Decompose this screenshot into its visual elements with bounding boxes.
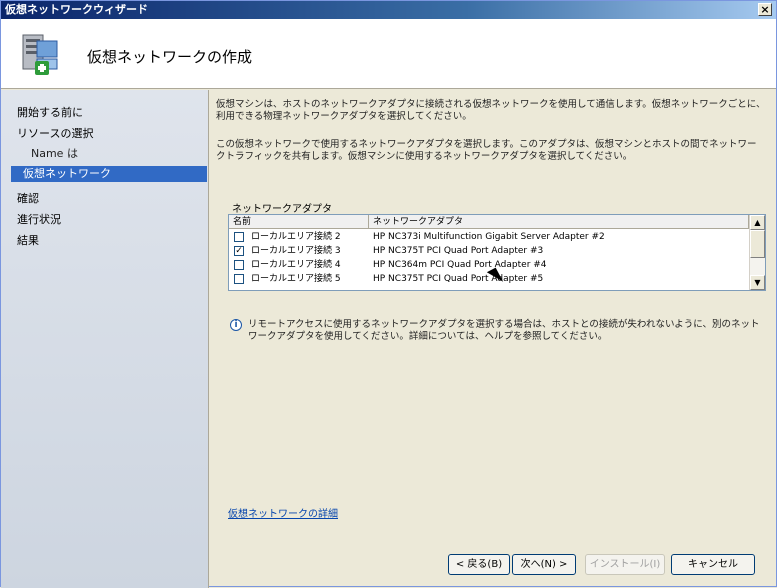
back-button[interactable]: < 戻る(B): [448, 554, 510, 575]
adapter-group: ネットワークアダプタ 名前 ネットワークアダプタ ローカルエリア接続 2 HP …: [228, 200, 766, 312]
step-name[interactable]: Name は: [31, 145, 78, 161]
step-before-you-begin[interactable]: 開始する前に: [17, 104, 83, 120]
network-wizard-icon: [22, 34, 58, 75]
step-confirm[interactable]: 確認: [17, 190, 39, 206]
step-virtual-network[interactable]: 仮想ネットワーク: [11, 166, 207, 182]
list-scrollbar[interactable]: ▲ ▼: [749, 215, 765, 290]
install-button[interactable]: インストール(I): [585, 554, 665, 575]
scroll-thumb[interactable]: [750, 230, 765, 258]
adapter-name: HP NC375T PCI Quad Port Adapter #5: [373, 274, 544, 284]
adapter-group-label: ネットワークアダプタ: [232, 204, 332, 215]
step-select-resource[interactable]: リソースの選択: [17, 125, 93, 141]
step-progress[interactable]: 進行状況: [17, 211, 61, 227]
list-item[interactable]: ✓ ローカルエリア接続 3 HP NC375T PCI Quad Port Ad…: [229, 244, 749, 258]
next-button[interactable]: 次へ(N) >: [512, 554, 576, 575]
adapter-name: HP NC364m PCI Quad Port Adapter #4: [373, 260, 547, 270]
wizard-steps-sidebar: 開始する前に リソースの選択 Name は 仮想ネットワーク 確認 進行状況 結…: [1, 90, 209, 588]
adapter-name: HP NC373i Multifunction Gigabit Server A…: [373, 232, 605, 242]
adapter-name: HP NC375T PCI Quad Port Adapter #3: [373, 246, 544, 256]
adapter-checkbox[interactable]: [234, 260, 244, 270]
step-result[interactable]: 結果: [17, 232, 39, 248]
virtual-network-details-link[interactable]: 仮想ネットワークの詳細: [228, 505, 338, 520]
connection-name: ローカルエリア接続 5: [251, 274, 341, 284]
wizard-window: 仮想ネットワークウィザード × 仮想ネットワークの作成 開始する前に リソースの…: [0, 0, 777, 588]
close-icon[interactable]: ×: [758, 3, 772, 16]
adapter-checkbox[interactable]: ✓: [234, 246, 244, 256]
connection-name: ローカルエリア接続 3: [251, 246, 341, 256]
title-bar: 仮想ネットワークウィザード ×: [1, 1, 776, 19]
page-title: 仮想ネットワークの作成: [87, 48, 253, 66]
column-header-name[interactable]: 名前: [229, 215, 369, 229]
scroll-up-icon[interactable]: ▲: [750, 215, 765, 230]
scroll-down-icon[interactable]: ▼: [750, 275, 765, 290]
window-title: 仮想ネットワークウィザード: [5, 3, 148, 16]
description-para-2: この仮想ネットワークで使用するネットワークアダプタを選択します。このアダプタは、…: [216, 139, 757, 162]
info-icon: i: [230, 319, 242, 331]
wizard-header: 仮想ネットワークの作成: [1, 19, 776, 89]
list-header: 名前 ネットワークアダプタ: [229, 215, 749, 229]
adapter-checkbox[interactable]: [234, 232, 244, 242]
adapter-checkbox[interactable]: [234, 274, 244, 284]
description-para-1: 仮想マシンは、ホストのネットワークアダプタに接続される仮想ネットワークを使用して…: [216, 99, 766, 122]
column-header-adapter[interactable]: ネットワークアダプタ: [369, 215, 749, 229]
list-item[interactable]: ローカルエリア接続 2 HP NC373i Multifunction Giga…: [229, 230, 749, 244]
info-text: リモートアクセスに使用するネットワークアダプタを選択する場合は、ホストとの接続が…: [248, 319, 760, 342]
connection-name: ローカルエリア接続 4: [251, 260, 341, 270]
cancel-button[interactable]: キャンセル: [671, 554, 755, 575]
connection-name: ローカルエリア接続 2: [251, 232, 341, 242]
